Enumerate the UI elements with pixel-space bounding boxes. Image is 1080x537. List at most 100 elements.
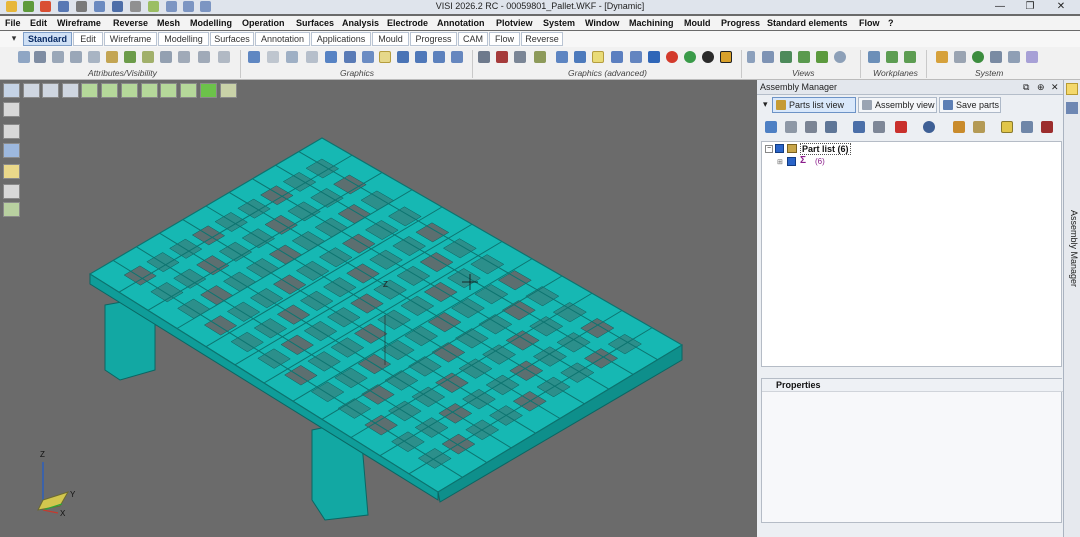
refresh-icon[interactable] (765, 121, 777, 133)
graphics-opt-icon[interactable] (415, 51, 427, 63)
advanced-4-icon[interactable] (534, 51, 546, 63)
menu-wireframe[interactable]: Wireframe (57, 18, 101, 28)
visibility-icon[interactable] (88, 51, 100, 63)
cylinder-icon[interactable] (267, 51, 279, 63)
expand-icon[interactable]: ⊞ (777, 158, 783, 166)
tab-cam[interactable]: CAM (458, 32, 488, 46)
remove-part-icon[interactable] (1041, 121, 1053, 133)
system-5-icon[interactable] (1008, 51, 1020, 63)
tab-wireframe[interactable]: Wireframe (104, 32, 157, 46)
menu-system[interactable]: System (543, 18, 575, 28)
system-4-icon[interactable] (990, 51, 1002, 63)
toggle-icon[interactable] (198, 51, 210, 63)
assembly-sidebar-icon[interactable] (1066, 102, 1078, 114)
bom-icon[interactable] (953, 121, 965, 133)
search-icon[interactable] (923, 121, 935, 133)
tab-progress[interactable]: Progress (410, 32, 457, 46)
tree-node-subgroup[interactable]: (6) (815, 157, 825, 166)
show-all-icon[interactable] (178, 51, 190, 63)
redraw-icon[interactable] (248, 51, 260, 63)
advanced-7-icon[interactable] (592, 51, 604, 63)
swap-icon[interactable] (218, 51, 230, 63)
minimize-button[interactable]: — (985, 0, 1015, 14)
collapse-icon[interactable]: − (765, 145, 773, 153)
menu-annotation[interactable]: Annotation (437, 18, 485, 28)
tab-surfaces[interactable]: Surfaces (210, 32, 254, 46)
shaded-edges-icon[interactable] (344, 51, 356, 63)
views-6-icon[interactable] (834, 51, 846, 63)
advanced-1-icon[interactable] (478, 51, 490, 63)
workplane-1-icon[interactable] (868, 51, 880, 63)
tab-parts-list-view[interactable]: Parts list view (772, 97, 856, 113)
menu-electrode[interactable]: Electrode (387, 18, 428, 28)
render-icon[interactable] (362, 51, 374, 63)
views-2-icon[interactable] (762, 51, 774, 63)
views-5-icon[interactable] (816, 51, 828, 63)
system-6-icon[interactable] (1026, 51, 1038, 63)
menu-window[interactable]: Window (585, 18, 619, 28)
tab-save-parts[interactable]: Save parts (939, 97, 1001, 113)
views-4-icon[interactable] (798, 51, 810, 63)
ribbon-collapse-icon[interactable]: ▾ (7, 32, 21, 46)
pin-icon[interactable]: ⊕ (1037, 80, 1045, 95)
graphics-opt3-icon[interactable] (451, 51, 463, 63)
find-part-icon[interactable] (853, 121, 865, 133)
menu-machining[interactable]: Machining (629, 18, 674, 28)
graphics-opt2-icon[interactable] (433, 51, 445, 63)
tab-edit[interactable]: Edit (73, 32, 103, 46)
menu-analysis[interactable]: Analysis (342, 18, 379, 28)
cube-blue-icon[interactable] (648, 51, 660, 63)
advanced-9-icon[interactable] (630, 51, 642, 63)
panel-close-icon[interactable]: ✕ (1051, 80, 1059, 95)
tools-icon[interactable] (805, 121, 817, 133)
hide-all-icon[interactable] (160, 51, 172, 63)
export-parts-icon[interactable] (825, 121, 837, 133)
cube-color-icon[interactable] (720, 51, 732, 63)
views-1-icon[interactable] (747, 51, 755, 63)
checkbox-subgroup[interactable] (787, 157, 796, 166)
advanced-8-icon[interactable] (611, 51, 623, 63)
menu-mesh[interactable]: Mesh (157, 18, 180, 28)
sphere-red-icon[interactable] (666, 51, 678, 63)
shaded-icon[interactable] (325, 51, 337, 63)
copy-part-icon[interactable] (1021, 121, 1033, 133)
menu-plotview[interactable]: Plotview (496, 18, 533, 28)
tab-annotation[interactable]: Annotation (255, 32, 310, 46)
system-1-icon[interactable] (936, 51, 948, 63)
checkbox-part-list[interactable] (775, 144, 784, 153)
menu-standard-elements[interactable]: Standard elements (767, 18, 848, 28)
menu-help[interactable]: ? (888, 18, 894, 28)
close-button[interactable]: ✕ (1046, 0, 1076, 14)
advanced-3-icon[interactable] (514, 51, 526, 63)
tab-reverse[interactable]: Reverse (521, 32, 563, 46)
hide-icon[interactable] (52, 51, 64, 63)
hidden-line-icon[interactable] (306, 51, 318, 63)
workplane-3-icon[interactable] (904, 51, 916, 63)
advanced-6-icon[interactable] (574, 51, 586, 63)
menu-edit[interactable]: Edit (30, 18, 47, 28)
attributes-icon[interactable] (18, 51, 30, 63)
print-parts-icon[interactable] (785, 121, 797, 133)
tab-applications[interactable]: Applications (311, 32, 371, 46)
table-icon[interactable] (973, 121, 985, 133)
tab-standard[interactable]: Standard (23, 32, 72, 46)
menu-surfaces[interactable]: Surfaces (296, 18, 334, 28)
workplane-2-icon[interactable] (886, 51, 898, 63)
menu-modelling[interactable]: Modelling (190, 18, 232, 28)
sphere-dark-icon[interactable] (702, 51, 714, 63)
menu-operation[interactable]: Operation (242, 18, 285, 28)
menu-file[interactable]: File (5, 18, 21, 28)
pallet-model[interactable]: Z Z Y X (0, 80, 756, 537)
show-icon[interactable] (70, 51, 82, 63)
system-3-icon[interactable] (972, 51, 984, 63)
color-icon[interactable] (124, 51, 136, 63)
menu-progress[interactable]: Progress (721, 18, 760, 28)
filter-icon[interactable] (142, 51, 154, 63)
tab-mould[interactable]: Mould (372, 32, 409, 46)
tab-assembly-view[interactable]: Assembly view (858, 97, 937, 113)
sidebar-assembly-manager-label[interactable]: Assembly Manager (1065, 210, 1079, 320)
views-3-icon[interactable] (780, 51, 792, 63)
dynamic-mode-icon[interactable] (379, 51, 391, 63)
filter-parts-icon[interactable] (873, 121, 885, 133)
sidebar-tab-icon[interactable] (1066, 83, 1078, 95)
